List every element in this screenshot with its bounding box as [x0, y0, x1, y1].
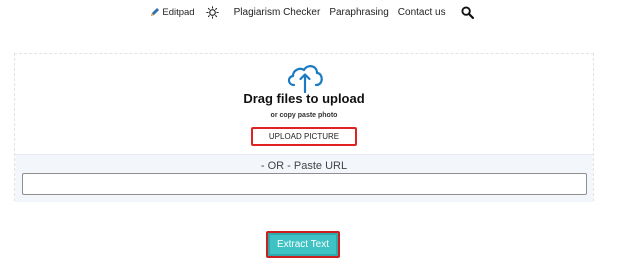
nav-link-plagiarism-checker[interactable]: Plagiarism Checker	[234, 7, 321, 18]
drop-zone[interactable]: Drag files to upload or copy paste photo…	[15, 54, 593, 154]
top-nav: Editpad Plagiarism Checker Paraphrasing …	[0, 3, 624, 21]
nav-link-paraphrasing[interactable]: Paraphrasing	[329, 7, 388, 18]
brand-label: Editpad	[162, 6, 195, 18]
brand-link[interactable]: Editpad	[150, 6, 195, 18]
upload-picture-button[interactable]: UPLOAD PICTURE	[251, 127, 357, 146]
pencil-icon	[151, 8, 160, 16]
url-input[interactable]	[22, 173, 587, 195]
cloud-upload-icon[interactable]	[285, 61, 325, 93]
paste-url-section: - OR - Paste URL	[15, 154, 593, 202]
drag-files-title: Drag files to upload	[243, 91, 365, 106]
nav-link-contact-us[interactable]: Contact us	[398, 7, 446, 18]
upload-panel: Drag files to upload or copy paste photo…	[14, 53, 594, 202]
sun-icon[interactable]	[205, 5, 219, 19]
copy-paste-hint: or copy paste photo	[270, 112, 338, 119]
extract-text-button[interactable]: Extract Text	[266, 231, 340, 258]
search-icon[interactable]	[461, 5, 474, 19]
or-paste-url-label: - OR - Paste URL	[260, 160, 348, 172]
